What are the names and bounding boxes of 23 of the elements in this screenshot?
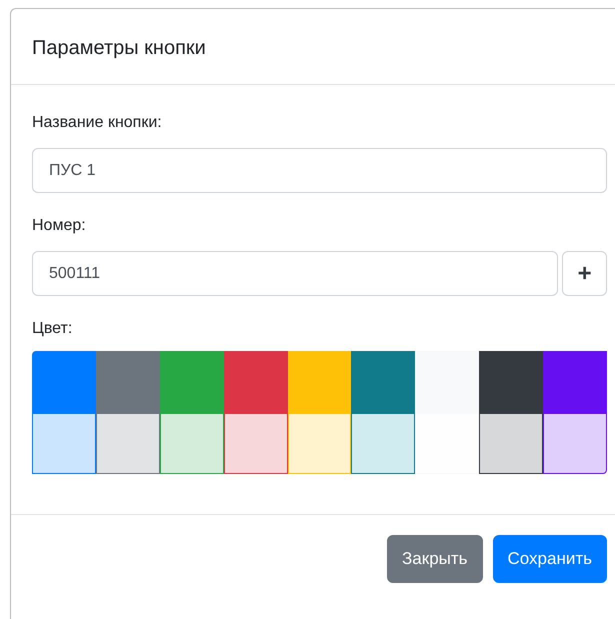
color-swatch[interactable] xyxy=(32,413,96,474)
dialog-title: Параметры кнопки xyxy=(32,36,207,60)
save-button[interactable]: Сохранить xyxy=(492,535,607,583)
color-swatch[interactable] xyxy=(160,413,224,474)
color-swatch[interactable] xyxy=(479,413,544,474)
color-swatch[interactable] xyxy=(543,351,607,413)
color-swatch[interactable] xyxy=(351,351,416,413)
field-label: Название кнопки: xyxy=(32,113,163,133)
color-swatch[interactable] xyxy=(96,351,160,413)
add-button[interactable]: + xyxy=(562,251,607,296)
color-label: Цвет: xyxy=(32,319,74,339)
color-swatch[interactable] xyxy=(479,351,544,413)
color-swatch[interactable] xyxy=(32,351,96,413)
color-swatch[interactable] xyxy=(351,413,416,474)
color-swatch[interactable] xyxy=(160,351,224,413)
color-swatch[interactable] xyxy=(543,413,607,474)
close-button[interactable]: Закрыть xyxy=(387,535,483,583)
field-label: Номер: xyxy=(32,216,87,236)
input-field[interactable]: 500111 xyxy=(32,251,558,296)
color-swatch[interactable] xyxy=(224,351,288,413)
input-field[interactable]: ПУС 1 xyxy=(32,148,607,193)
color-swatch[interactable] xyxy=(96,413,160,474)
color-swatch[interactable] xyxy=(224,413,288,474)
